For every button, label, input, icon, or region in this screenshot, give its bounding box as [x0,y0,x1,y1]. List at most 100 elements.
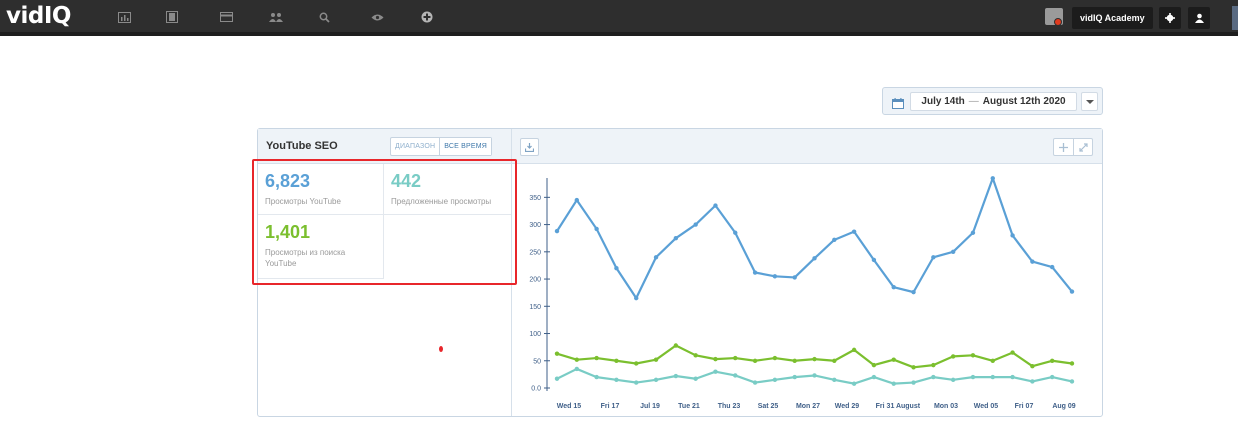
data-point [812,373,817,378]
data-point [832,237,837,243]
data-point [693,222,698,227]
data-point [990,176,995,181]
y-tick-label: 100 [529,331,541,338]
data-point [733,355,738,361]
data-point [594,226,599,232]
data-point [970,230,976,235]
data-point [733,373,738,378]
data-point [713,369,718,374]
data-point [713,356,718,362]
y-tick-label: 250 [529,249,541,256]
data-point [970,353,976,358]
data-point [1030,379,1035,384]
data-point [950,377,956,383]
y-tick-label: 200 [529,277,541,284]
data-point [871,374,877,380]
data-point [1069,289,1075,294]
y-tick-label: 50 [533,358,541,365]
series-line [556,177,1073,300]
y-tick-label: 300 [529,222,541,229]
data-point [772,377,778,383]
data-point [574,357,580,362]
data-point [634,380,639,385]
data-point [653,377,659,383]
data-point [950,249,956,255]
data-point [634,361,639,366]
data-point [673,373,679,379]
data-point [832,377,837,383]
data-point [931,374,936,380]
x-tick-label: Mon 27 [796,403,820,410]
data-point [752,270,758,275]
x-tick-label: Fri 07 [1015,403,1034,410]
data-point [1010,350,1015,355]
x-tick-label: Fri 17 [601,403,620,410]
data-point [1030,364,1035,369]
data-point [594,355,599,361]
data-point [851,229,857,234]
data-point [554,228,560,234]
data-point [733,230,738,235]
data-point [1010,233,1015,238]
x-tick-label: Wed 29 [835,403,859,410]
data-point [653,255,659,260]
data-point [1049,264,1055,270]
data-point [574,366,580,372]
y-tick-label: 150 [529,304,541,311]
data-point [1049,358,1055,363]
line-chart: 350 300 250 200 150 100 50 0.0 Wed 15 Fri 17 Jul 1… [529,176,1076,410]
data-point [574,197,580,203]
data-point [950,354,956,359]
x-tick-label: August [896,403,921,410]
data-point [812,356,817,362]
y-tick-label: 0.0 [531,386,541,393]
x-tick-label: Thu 23 [718,403,741,410]
data-point [990,374,995,380]
data-point [673,235,679,241]
data-point [792,374,797,380]
data-point [851,347,857,353]
x-tick-label: Wed 15 [557,403,581,410]
data-point [792,358,797,363]
x-tick-label: Wed 05 [974,403,998,410]
data-point [752,358,758,363]
data-point [970,374,976,380]
data-point [990,358,995,363]
data-point [554,351,560,356]
data-point [891,285,896,290]
x-tick-label: Tue 21 [678,403,700,410]
data-point [1069,361,1075,366]
data-point [713,203,718,208]
data-point [931,362,936,368]
data-point [812,256,817,261]
data-point [673,343,679,348]
data-point [554,376,560,381]
data-point [614,265,619,271]
data-point [594,374,599,380]
data-point [693,353,698,358]
data-point [614,358,619,363]
data-point [911,380,916,385]
data-point [1069,379,1075,384]
data-point [851,381,857,386]
data-point [653,357,659,362]
data-point [832,358,837,363]
data-point [931,255,936,260]
data-point [752,380,758,385]
data-point [891,357,896,362]
data-point [634,295,639,301]
x-tick-label: Mon 03 [934,403,958,410]
data-point [693,376,698,381]
data-point [792,275,797,280]
x-tick-label: Fri 31 [876,403,895,410]
data-point [871,362,877,368]
data-point [772,274,778,279]
data-point [1049,374,1055,380]
data-point [1010,374,1015,380]
data-point [614,377,619,383]
data-point [1030,259,1035,264]
data-point [911,289,916,295]
x-tick-label: Aug 09 [1052,403,1075,410]
data-point [871,257,877,263]
data-point [772,355,778,361]
